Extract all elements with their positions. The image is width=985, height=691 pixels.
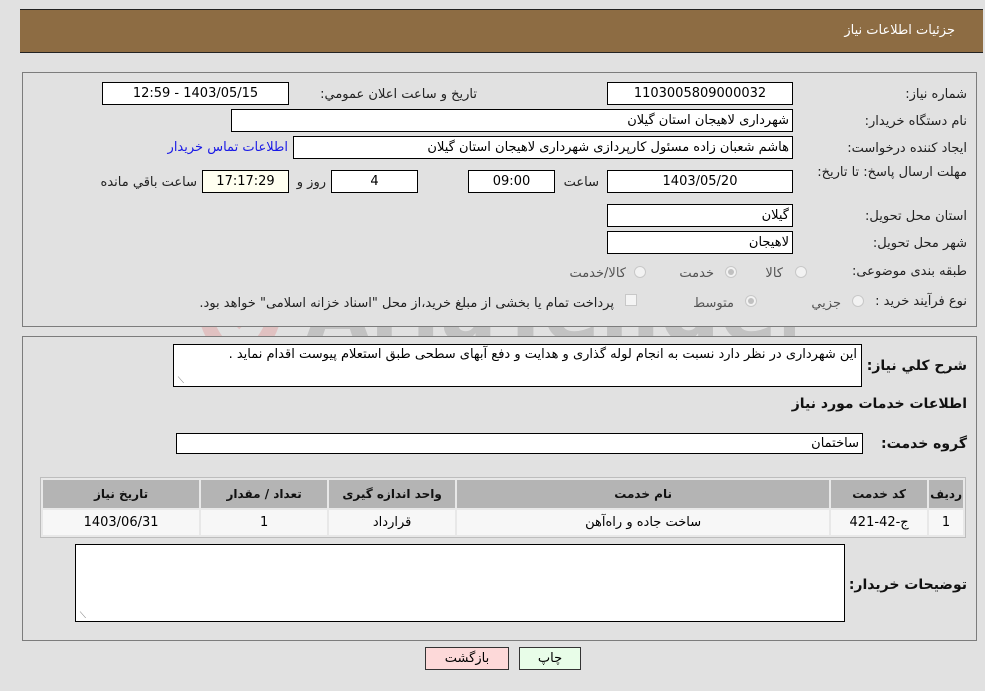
deadline-time-field: 09:00 [468,170,555,193]
buyer-notes-label: توضيحات خريدار: [848,577,967,593]
summary-text: این شهرداری در نظر دارد نسبت به انجام لو… [228,347,857,362]
col-unit: واحد اندازه گيری [329,480,456,508]
print-button[interactable]: چاپ [519,647,581,670]
category-radio-goods[interactable] [795,266,807,278]
col-service-name: نام خدمت [457,480,830,508]
col-need-date: تاريخ نياز [43,480,200,508]
process-option-minor: جزيي [811,296,841,311]
creator-label: ايجاد کننده درخواست: [847,141,967,156]
announce-datetime-field: 1403/05/15 - 12:59 [102,82,289,105]
category-option-goods: کالا [765,266,783,281]
page-title: جزئیات اطلاعات نیاز [844,23,955,38]
province-label: استان محل تحویل: [865,209,967,224]
cell-unit: قرارداد [329,510,456,535]
back-button[interactable]: بازگشت [425,647,509,670]
category-option-goods-service: کالا/خدمت [569,266,626,281]
col-quantity: تعداد / مقدار [201,480,328,508]
need-number-field: 1103005809000032 [607,82,793,105]
category-option-service: خدمت [679,266,714,281]
cell-service-name: ساخت جاده و راه‌آهن [457,510,830,535]
creator-field: هاشم شعبان زاده مسئول کارپردازی شهرداری … [293,136,793,159]
process-radio-minor[interactable] [852,295,864,307]
need-number-label: شماره نیاز: [905,87,967,102]
buyer-org-field: شهرداری لاهیجان استان گیلان [231,109,793,132]
category-radio-service[interactable] [725,266,737,278]
category-radio-goods-service[interactable] [634,266,646,278]
announce-label: تاریخ و ساعت اعلان عمومي: [320,87,477,102]
days-label: روز و [296,175,326,190]
deadline-time-label: ساعت [563,175,599,190]
services-section-title: اطلاعات خدمات مورد نياز [791,396,967,412]
process-label: نوع فرآیند خرید : [875,294,967,309]
process-option-medium: متوسط [693,296,734,311]
days-remaining-field: 4 [331,170,418,193]
service-group-label: گروه خدمت: [881,436,967,452]
resize-handle-icon[interactable]: ⟋ [176,377,184,386]
city-label: شهر محل تحویل: [872,236,967,251]
table-header-row: رديف کد خدمت نام خدمت واحد اندازه گيری ت… [43,480,963,508]
buyer-org-label: نام دستگاه خريدار: [864,114,967,129]
process-radio-medium[interactable] [745,295,757,307]
col-row-number: رديف [929,480,963,508]
cell-service-code: ج-42-421 [831,510,928,535]
summary-label: شرح کلي نياز: [866,358,967,374]
page-header: جزئیات اطلاعات نیاز [20,9,983,53]
province-field: گیلان [607,204,793,227]
buyer-contact-link[interactable]: اطلاعات تماس خريدار [168,140,288,155]
treasury-note: پرداخت تمام يا بخشی از مبلغ خريد،از محل … [199,296,614,311]
buyer-notes-textarea[interactable]: ⟋ [75,544,845,622]
category-label: طبقه بندی موضوعی: [851,264,967,279]
deadline-date-field: 1403/05/20 [607,170,793,193]
summary-textarea[interactable]: این شهرداری در نظر دارد نسبت به انجام لو… [173,344,862,387]
time-remaining-label: ساعت باقي مانده [100,175,197,190]
services-table: رديف کد خدمت نام خدمت واحد اندازه گيری ت… [40,477,966,538]
time-remaining-field: 17:17:29 [202,170,289,193]
table-row: 1 ج-42-421 ساخت جاده و راه‌آهن قرارداد 1… [43,510,963,535]
deadline-label: مهلت ارسال پاسخ: تا تاریخ: [817,165,967,180]
col-service-code: کد خدمت [831,480,928,508]
resize-handle-icon[interactable]: ⟋ [78,612,86,621]
cell-row-number: 1 [929,510,963,535]
cell-quantity: 1 [201,510,328,535]
treasury-checkbox[interactable] [625,294,637,306]
city-field: لاهیجان [607,231,793,254]
service-group-field: ساختمان [176,433,863,454]
cell-need-date: 1403/06/31 [43,510,200,535]
